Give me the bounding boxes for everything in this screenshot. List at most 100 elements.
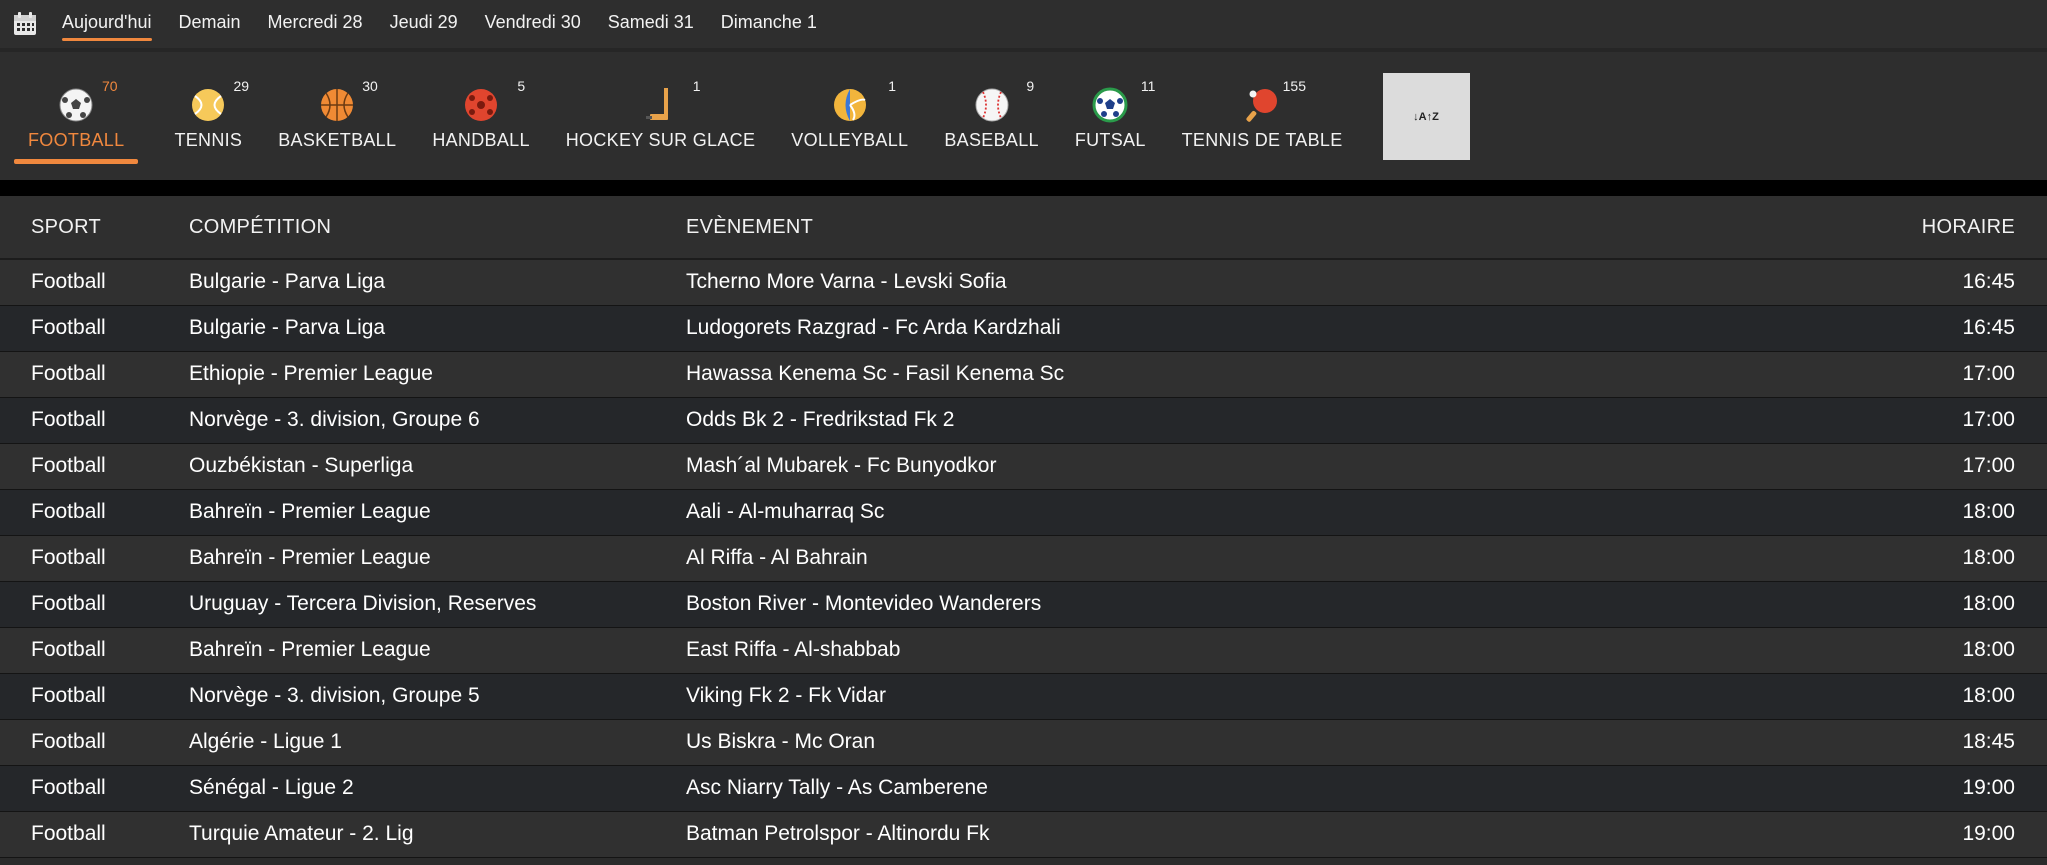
header-event[interactable]: EVÈNEMENT (686, 196, 1708, 259)
cell-event: Asc Niarry Tally - As Camberene (686, 776, 988, 799)
cell-competition: Bulgarie - Parva Liga (189, 270, 386, 294)
sport-label: FUTSAL (1074, 130, 1146, 150)
table-row[interactable]: Football Algérie - Ligue 1 Us Biskra - Mc … (0, 719, 2047, 765)
cell-sport: Football (31, 454, 106, 477)
day-tab-today[interactable]: Aujourd'hui (62, 12, 152, 41)
cell-time: 18:45 (1962, 730, 2015, 753)
table-row[interactable]: Football Bahreïn - Premier League Al Riffa… (0, 535, 2047, 581)
cell-competition: Bahreïn - Premier League (189, 638, 431, 661)
sport-tab-futsal[interactable]: 11 FUTSAL (1074, 52, 1156, 180)
cell-sport: Football (31, 592, 106, 615)
cell-sport: Football (31, 684, 106, 707)
table-row[interactable]: Football Bahreïn - Premier League East Rif… (0, 627, 2047, 673)
day-tab-friday[interactable]: Vendredi 30 (485, 12, 581, 37)
sport-count: 1 (692, 78, 701, 94)
cell-competition: Ouzbékistan - Superliga (189, 454, 414, 477)
cell-sport: Football (31, 500, 106, 523)
cell-time: 18:00 (1962, 546, 2015, 569)
cell-sport: Football (31, 638, 106, 661)
cell-competition: Turquie Amateur - 2. Lig (189, 822, 414, 845)
sport-selector: 70 FOOTBALL 29 TENNIS 30 BASKETBALL 5 HA… (0, 48, 2047, 180)
sport-count: 9 (1026, 78, 1035, 94)
table-row[interactable]: Football Uruguay - Tercera Division, Rese… (0, 581, 2047, 627)
sport-tab-baseball[interactable]: 9 BASEBALL (944, 52, 1038, 180)
divider (0, 180, 2047, 196)
cell-time: 16:45 (1962, 270, 2015, 294)
soccer-ball-icon (59, 88, 93, 122)
volleyball-icon (833, 89, 866, 121)
sport-label: TENNIS DE TABLE (1181, 130, 1343, 150)
header-competition[interactable]: COMPÉTITION (189, 196, 686, 259)
events-table: SPORT COMPÉTITION EVÈNEMENT HORAIRE Foot… (0, 196, 2047, 858)
sport-count: 11 (1140, 78, 1156, 94)
day-tab-wednesday[interactable]: Mercredi 28 (268, 12, 363, 37)
sport-count: 5 (517, 78, 526, 94)
cell-event: East Riffa - Al-shabbab (686, 638, 901, 661)
cell-sport: Football (31, 776, 106, 799)
sport-label: HOCKEY SUR GLACE (565, 130, 756, 150)
sort-button[interactable]: ↓A↑Z (1382, 73, 1470, 160)
cell-event: Odds Bk 2 - Fredrikstad Fk 2 (686, 408, 955, 431)
cell-time: 19:00 (1962, 822, 2015, 845)
table-header-row: SPORT COMPÉTITION EVÈNEMENT HORAIRE (0, 196, 2047, 259)
cell-sport: Football (31, 362, 106, 385)
hockey-stick-icon (645, 88, 668, 120)
calendar-icon[interactable] (12, 11, 38, 37)
cell-time: 16:45 (1962, 316, 2015, 339)
day-selector: Aujourd'hui Demain Mercredi 28 Jeudi 29 … (0, 0, 2047, 48)
table-row[interactable]: Football Ethiopie - Premier League Hawassa… (0, 351, 2047, 397)
cell-competition: Bahreïn - Premier League (189, 546, 431, 569)
table-row[interactable]: Football Turquie Amateur - 2. Lig Batman P… (0, 811, 2047, 857)
table-row[interactable]: Football Ouzbékistan - Superliga Mash´al M… (0, 443, 2047, 489)
sport-tab-volleyball[interactable]: 1 VOLLEYBALL (791, 52, 908, 180)
header-time[interactable]: HORAIRE (1708, 196, 2047, 259)
cell-event: Ludogorets Razgrad - Fc Arda Kardzhali (686, 316, 1061, 339)
cell-time: 18:00 (1962, 592, 2015, 615)
cell-sport: Football (31, 546, 106, 569)
tennis-ball-icon (192, 89, 225, 121)
cell-event: Us Biskra - Mc Oran (686, 730, 876, 753)
cell-competition: Sénégal - Ligue 2 (189, 776, 354, 799)
cell-time: 18:00 (1962, 638, 2015, 661)
sport-tab-football[interactable]: 70 FOOTBALL (14, 52, 139, 180)
baseball-icon (975, 88, 1009, 122)
cell-competition: Algérie - Ligue 1 (189, 730, 342, 753)
table-row[interactable]: Football Bulgarie - Parva Liga Ludogorets … (0, 305, 2047, 351)
cell-event: Mash´al Mubarek - Fc Bunyodkor (686, 454, 997, 477)
sport-label: VOLLEYBALL (791, 130, 909, 150)
sport-count: 155 (1282, 78, 1306, 94)
sport-tab-table-tennis[interactable]: 155 TENNIS DE TABLE (1182, 52, 1343, 180)
cell-time: 19:00 (1962, 776, 2015, 799)
futsal-ball-icon (1092, 87, 1128, 123)
table-row[interactable]: Football Sénégal - Ligue 2 Asc Niarry Tall… (0, 765, 2047, 811)
sport-label: BASEBALL (944, 130, 1039, 150)
cell-sport: Football (31, 730, 106, 753)
cell-event: Tcherno More Varna - Levski Sofia (686, 270, 1007, 294)
table-row[interactable]: Football Bulgarie - Parva Liga Tcherno Mor… (0, 259, 2047, 305)
table-row[interactable]: Football Norvège - 3. division, Groupe 5 V… (0, 673, 2047, 719)
cell-event: Boston River - Montevideo Wanderers (686, 592, 1042, 615)
cell-competition: Bulgarie - Parva Liga (189, 316, 386, 339)
cell-event: Batman Petrolspor - Altinordu Fk (686, 822, 990, 845)
sport-tab-tennis[interactable]: 29 TENNIS (174, 52, 249, 180)
day-tab-tomorrow[interactable]: Demain (179, 12, 241, 37)
sport-count: 30 (362, 78, 378, 94)
sport-label: HANDBALL (432, 130, 530, 150)
header-sport[interactable]: SPORT (0, 196, 189, 259)
sport-count: 29 (233, 78, 250, 94)
table-row[interactable]: Football Norvège - 3. division, Groupe 6 O… (0, 397, 2047, 443)
basketball-icon (321, 89, 354, 121)
sport-count: 70 (102, 78, 118, 94)
handball-icon (465, 89, 498, 121)
cell-time: 18:00 (1962, 684, 2015, 707)
cell-competition: Bahreïn - Premier League (189, 500, 431, 523)
cell-time: 18:00 (1962, 500, 2015, 523)
sport-tab-basketball[interactable]: 30 BASKETBALL (278, 52, 396, 180)
day-tab-thursday[interactable]: Jeudi 29 (390, 12, 458, 37)
cell-competition: Norvège - 3. division, Groupe 5 (189, 684, 480, 707)
day-tab-saturday[interactable]: Samedi 31 (608, 12, 694, 37)
day-tab-sunday[interactable]: Dimanche 1 (721, 12, 817, 37)
sport-tab-handball[interactable]: 5 HANDBALL (432, 52, 529, 180)
table-row[interactable]: Football Bahreïn - Premier League Aali - A… (0, 489, 2047, 535)
sport-tab-hockey[interactable]: 1 HOCKEY SUR GLACE (566, 52, 756, 180)
